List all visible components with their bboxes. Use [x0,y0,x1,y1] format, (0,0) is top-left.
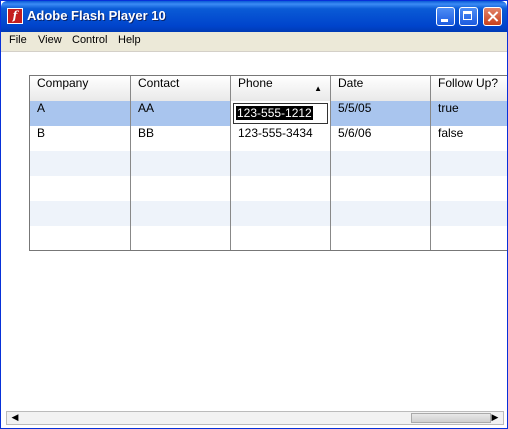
menu-view[interactable]: View [38,34,62,46]
menu-bar: File View Control Help [1,32,507,52]
empty-cell [30,201,131,226]
empty-cell [30,151,131,176]
empty-row[interactable] [30,151,507,176]
empty-cell [231,226,331,250]
flash-icon: f [7,8,23,24]
empty-cell [30,176,131,201]
cell-contact[interactable]: BB [131,126,231,151]
data-grid[interactable]: Company Contact Phone ▲ Date Follow Up? A… [29,75,507,251]
empty-cell [131,201,231,226]
empty-cell [331,226,431,250]
column-header-label: Contact [138,76,180,90]
empty-cell [331,176,431,201]
column-header-label: Phone [238,76,273,90]
empty-cell [331,201,431,226]
empty-row[interactable] [30,226,507,250]
phone-edit-field[interactable]: 123-555-1212 [233,103,328,124]
horizontal-scrollbar[interactable]: ◀ ▶ [6,411,504,425]
column-header-phone[interactable]: Phone ▲ [231,76,331,101]
empty-cell [331,151,431,176]
column-header-label: Date [338,76,364,90]
menu-control[interactable]: Control [72,34,107,46]
maximize-button[interactable] [459,7,478,26]
right-arrow-icon[interactable]: ▶ [488,412,502,424]
window-title: Adobe Flash Player 10 [27,8,166,23]
flash-player-window: f Adobe Flash Player 10 File View Contro… [0,0,508,429]
cell-follow-up[interactable]: false [431,126,507,151]
cell-date[interactable]: 5/5/05 [331,101,431,126]
left-arrow-icon[interactable]: ◀ [8,412,22,424]
column-header-label: Company [37,76,89,90]
empty-row[interactable] [30,201,507,226]
cell-phone-editor[interactable]: 123-555-1212 [231,101,331,126]
cell-company[interactable]: B [30,126,131,151]
cell-date[interactable]: 5/6/06 [331,126,431,151]
menu-help[interactable]: Help [118,34,141,46]
phone-edit-value[interactable]: 123-555-1212 [236,106,313,120]
column-header-label: Follow Up? [438,76,499,90]
empty-cell [231,151,331,176]
cell-company[interactable]: A [30,101,131,126]
cell-contact[interactable]: AA [131,101,231,126]
grid-header: Company Contact Phone ▲ Date Follow Up? [30,76,507,102]
column-header-contact[interactable]: Contact [131,76,231,101]
empty-cell [131,176,231,201]
empty-cell [30,226,131,250]
menu-file[interactable]: File [9,34,27,46]
empty-cell [131,151,231,176]
table-row[interactable]: B BB 123-555-3434 5/6/06 false [30,126,507,151]
column-header-date[interactable]: Date [331,76,431,101]
sort-ascending-icon: ▲ [314,84,322,93]
column-header-follow-up[interactable]: Follow Up? [431,76,507,101]
cell-follow-up[interactable]: true [431,101,507,126]
empty-cell [131,226,231,250]
scrollbar-thumb[interactable] [411,413,491,423]
empty-cell [231,201,331,226]
table-row[interactable]: A AA 123-555-1212 5/5/05 true [30,101,507,126]
close-button[interactable] [483,7,502,26]
minimize-button[interactable] [436,7,455,26]
empty-cell [231,176,331,201]
empty-row[interactable] [30,176,507,201]
title-bar[interactable]: f Adobe Flash Player 10 [1,1,507,32]
column-header-company[interactable]: Company [30,76,131,101]
cell-phone[interactable]: 123-555-3434 [231,126,331,151]
